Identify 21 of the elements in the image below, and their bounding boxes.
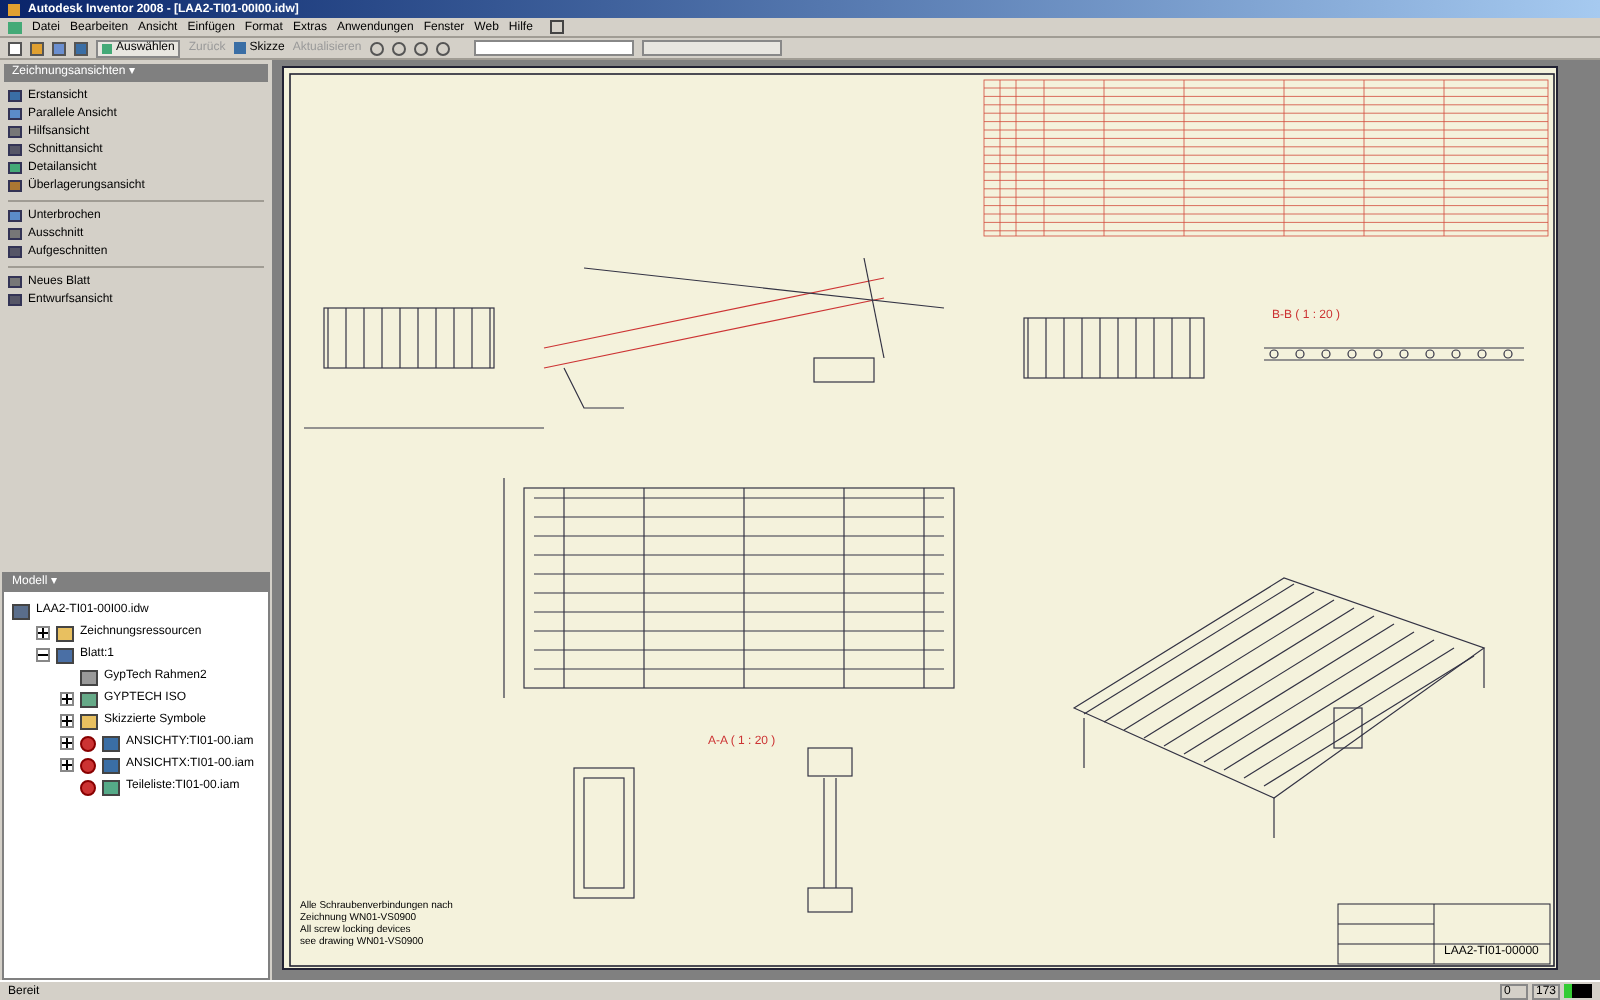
help-icon[interactable] bbox=[550, 20, 565, 34]
expand-toggle[interactable] bbox=[60, 692, 74, 706]
node-icon bbox=[102, 779, 120, 795]
collapse-toggle[interactable] bbox=[36, 648, 50, 662]
expand-toggle[interactable] bbox=[60, 714, 74, 728]
node-icon bbox=[102, 757, 120, 773]
node-icon bbox=[102, 735, 120, 751]
document-icon bbox=[8, 21, 22, 33]
node-icon bbox=[80, 691, 98, 707]
app-icon bbox=[8, 3, 20, 15]
node-icon bbox=[12, 603, 30, 619]
expand-toggle[interactable] bbox=[36, 626, 50, 640]
node-icon bbox=[80, 713, 98, 729]
expand-toggle[interactable] bbox=[60, 758, 74, 772]
progress-indicator bbox=[1564, 984, 1592, 998]
layer-dropdown[interactable] bbox=[641, 40, 782, 56]
expand-toggle[interactable] bbox=[60, 736, 74, 750]
style-dropdown[interactable] bbox=[473, 40, 634, 56]
node-icon bbox=[80, 669, 98, 685]
node-icon bbox=[56, 647, 74, 663]
node-icon bbox=[56, 625, 74, 641]
